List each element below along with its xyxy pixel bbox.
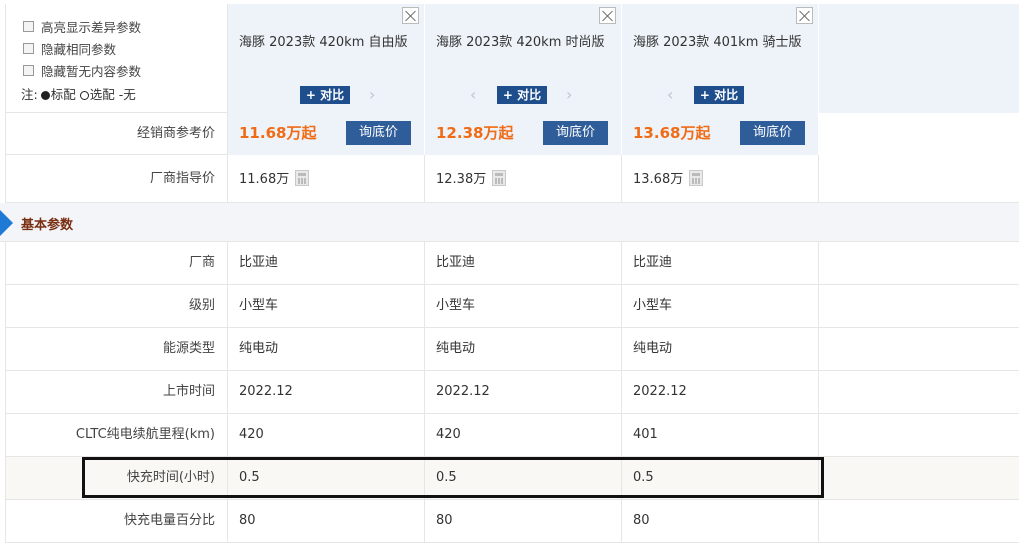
- section-marker-icon: [0, 210, 13, 236]
- option-hide-empty[interactable]: 隐藏暂无内容参数: [23, 61, 141, 80]
- option-hide-same[interactable]: 隐藏相同参数: [23, 39, 116, 58]
- table-cell: 0.5: [425, 457, 622, 500]
- price-cell: 13.68万起 询底价: [622, 113, 819, 155]
- legend: 注: 标配 选配 -无: [21, 87, 136, 102]
- row-filler: [819, 414, 1019, 457]
- close-icon[interactable]: [599, 7, 616, 24]
- calculator-icon[interactable]: [689, 170, 704, 186]
- msrp-cell: 11.68万: [228, 155, 425, 203]
- table-cell: 比亚迪: [425, 242, 622, 285]
- dealer-price: 13.68万起: [633, 124, 711, 142]
- dealer-price: 11.68万起: [239, 124, 317, 142]
- row-filler: [819, 328, 1019, 371]
- options-panel: 高亮显示差异参数 隐藏相同参数 隐藏暂无内容参数 注: 标配 选配 -无: [5, 4, 228, 113]
- price-cell: 12.38万起 询底价: [425, 113, 622, 155]
- chevron-left-icon[interactable]: ‹: [667, 86, 673, 104]
- row-filler: [819, 457, 1019, 500]
- price-cell: 11.68万起 询底价: [228, 113, 425, 155]
- msrp-cell: 12.38万: [425, 155, 622, 203]
- table-cell: 401: [622, 414, 819, 457]
- table-cell: 小型车: [228, 285, 425, 328]
- car-column-header: 海豚 2023款 401km 骑士版 ‹ + 对比: [622, 4, 819, 113]
- table-cell: 2022.12: [228, 371, 425, 414]
- table-cell: 420: [425, 414, 622, 457]
- table-cell: 比亚迪: [228, 242, 425, 285]
- car-column-header: 海豚 2023款 420km 时尚版 ‹ + 对比 ›: [425, 4, 622, 113]
- table-cell: 420: [228, 414, 425, 457]
- close-icon[interactable]: [402, 7, 419, 24]
- compare-button[interactable]: + 对比: [497, 86, 547, 104]
- ask-price-button[interactable]: 询底价: [346, 121, 411, 145]
- ask-price-button[interactable]: 询底价: [740, 121, 805, 145]
- dealer-price: 12.38万起: [436, 124, 514, 142]
- table-cell: 纯电动: [425, 328, 622, 371]
- table-cell: 小型车: [622, 285, 819, 328]
- hollow-dot-icon: [79, 91, 89, 100]
- row-label-msrp: 厂商指导价: [5, 155, 228, 203]
- chevron-right-icon[interactable]: ›: [566, 86, 572, 104]
- row-filler: [819, 155, 1019, 203]
- chevron-right-icon[interactable]: ›: [369, 86, 375, 104]
- table-cell: 0.5: [622, 457, 819, 500]
- row-label-fast-charge-time: 快充时间(小时): [5, 457, 228, 500]
- row-filler: [819, 285, 1019, 328]
- option-highlight-diff[interactable]: 高亮显示差异参数: [23, 17, 141, 36]
- checkbox-icon[interactable]: [23, 65, 34, 76]
- calculator-icon[interactable]: [492, 170, 507, 186]
- car-name: 海豚 2023款 420km 自由版: [239, 35, 408, 50]
- msrp-cell: 13.68万: [622, 155, 819, 203]
- car-name: 海豚 2023款 420km 时尚版: [436, 35, 605, 50]
- table-cell: 80: [228, 500, 425, 543]
- car-column-header: 海豚 2023款 420km 自由版 + 对比 ›: [228, 4, 425, 113]
- row-label-range: CLTC纯电续航里程(km): [5, 414, 228, 457]
- row-label-maker: 厂商: [5, 242, 228, 285]
- ask-price-button[interactable]: 询底价: [543, 121, 608, 145]
- table-cell: 纯电动: [622, 328, 819, 371]
- car-name: 海豚 2023款 401km 骑士版: [633, 35, 802, 50]
- row-filler: [819, 500, 1019, 543]
- row-label-level: 级别: [5, 285, 228, 328]
- table-cell: 纯电动: [228, 328, 425, 371]
- table-cell: 2022.12: [425, 371, 622, 414]
- chevron-left-icon[interactable]: ‹: [470, 86, 476, 104]
- header-filler: [819, 4, 1019, 113]
- table-cell: 小型车: [425, 285, 622, 328]
- row-label-launch: 上市时间: [5, 371, 228, 414]
- row-label-dealer-price: 经销商参考价: [5, 113, 228, 155]
- table-cell: 比亚迪: [622, 242, 819, 285]
- row-label-energy: 能源类型: [5, 328, 228, 371]
- checkbox-icon[interactable]: [23, 43, 34, 54]
- table-cell: 0.5: [228, 457, 425, 500]
- table-cell: 2022.12: [622, 371, 819, 414]
- calculator-icon[interactable]: [295, 170, 310, 186]
- row-label-fast-charge-pct: 快充电量百分比: [5, 500, 228, 543]
- close-icon[interactable]: [796, 7, 813, 24]
- compare-button[interactable]: + 对比: [300, 86, 350, 104]
- compare-button[interactable]: + 对比: [694, 86, 744, 104]
- table-cell: 80: [622, 500, 819, 543]
- filled-dot-icon: [40, 91, 50, 100]
- checkbox-icon[interactable]: [23, 21, 34, 32]
- section-basic-params: 基本参数: [0, 203, 1019, 242]
- table-cell: 80: [425, 500, 622, 543]
- row-filler: [819, 371, 1019, 414]
- row-filler: [819, 242, 1019, 285]
- section-title: 基本参数: [21, 218, 74, 233]
